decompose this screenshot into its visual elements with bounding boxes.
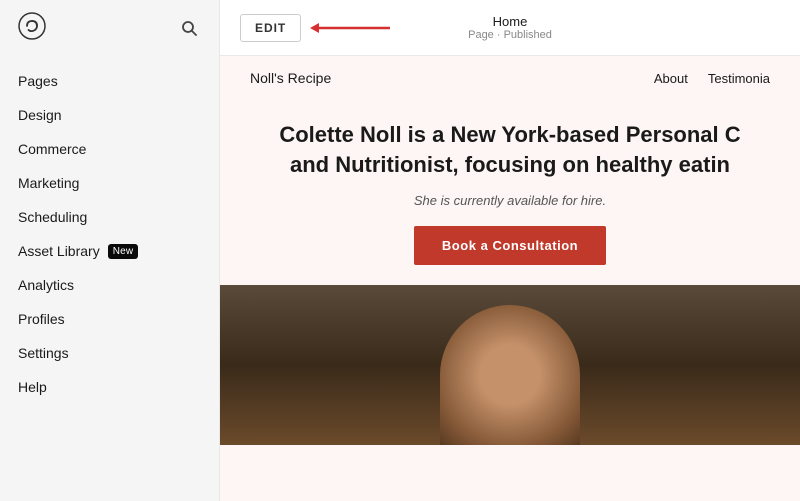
sidebar-nav: Pages Design Commerce Marketing Scheduli…	[0, 56, 219, 501]
nav-testimonia: Testimonia	[708, 71, 770, 86]
nav-about: About	[654, 71, 688, 86]
top-bar: EDIT Home Page · Published	[220, 0, 800, 56]
sidebar-item-settings[interactable]: Settings	[0, 336, 219, 370]
edit-button[interactable]: EDIT	[240, 14, 301, 42]
page-title: Home	[468, 14, 552, 29]
page-subtitle: Page · Published	[468, 29, 552, 41]
cta-button[interactable]: Book a Consultation	[414, 226, 606, 265]
sidebar-item-pages[interactable]: Pages	[0, 64, 219, 98]
page-info: Home Page · Published	[468, 14, 552, 41]
sidebar-item-commerce[interactable]: Commerce	[0, 132, 219, 166]
preview-image	[220, 285, 800, 445]
sidebar-item-analytics[interactable]: Analytics	[0, 268, 219, 302]
sidebar-item-asset-library[interactable]: Asset Library New	[0, 234, 219, 268]
main-area: EDIT Home Page · Published Noll's Recipe…	[220, 0, 800, 501]
person-image	[440, 305, 580, 445]
preview-hero: Colette Noll is a New York-based Persona…	[220, 100, 800, 265]
squarespace-logo	[18, 12, 46, 45]
hero-subtitle: She is currently available for hire.	[250, 193, 770, 208]
preview-navigation: About Testimonia	[654, 71, 770, 86]
sidebar-item-scheduling[interactable]: Scheduling	[0, 200, 219, 234]
sidebar-item-help[interactable]: Help	[0, 370, 219, 404]
hero-title: Colette Noll is a New York-based Persona…	[250, 120, 770, 179]
sidebar-item-profiles[interactable]: Profiles	[0, 302, 219, 336]
site-name: Noll's Recipe	[250, 70, 331, 86]
preview-area: Noll's Recipe About Testimonia Colette N…	[220, 56, 800, 501]
preview-header: Noll's Recipe About Testimonia	[220, 56, 800, 100]
search-button[interactable]	[177, 16, 201, 40]
sidebar-item-marketing[interactable]: Marketing	[0, 166, 219, 200]
sidebar-item-design[interactable]: Design	[0, 98, 219, 132]
arrow-indicator	[305, 16, 395, 40]
new-badge: New	[108, 244, 139, 259]
sidebar: Pages Design Commerce Marketing Scheduli…	[0, 0, 220, 501]
sidebar-header	[0, 0, 219, 56]
